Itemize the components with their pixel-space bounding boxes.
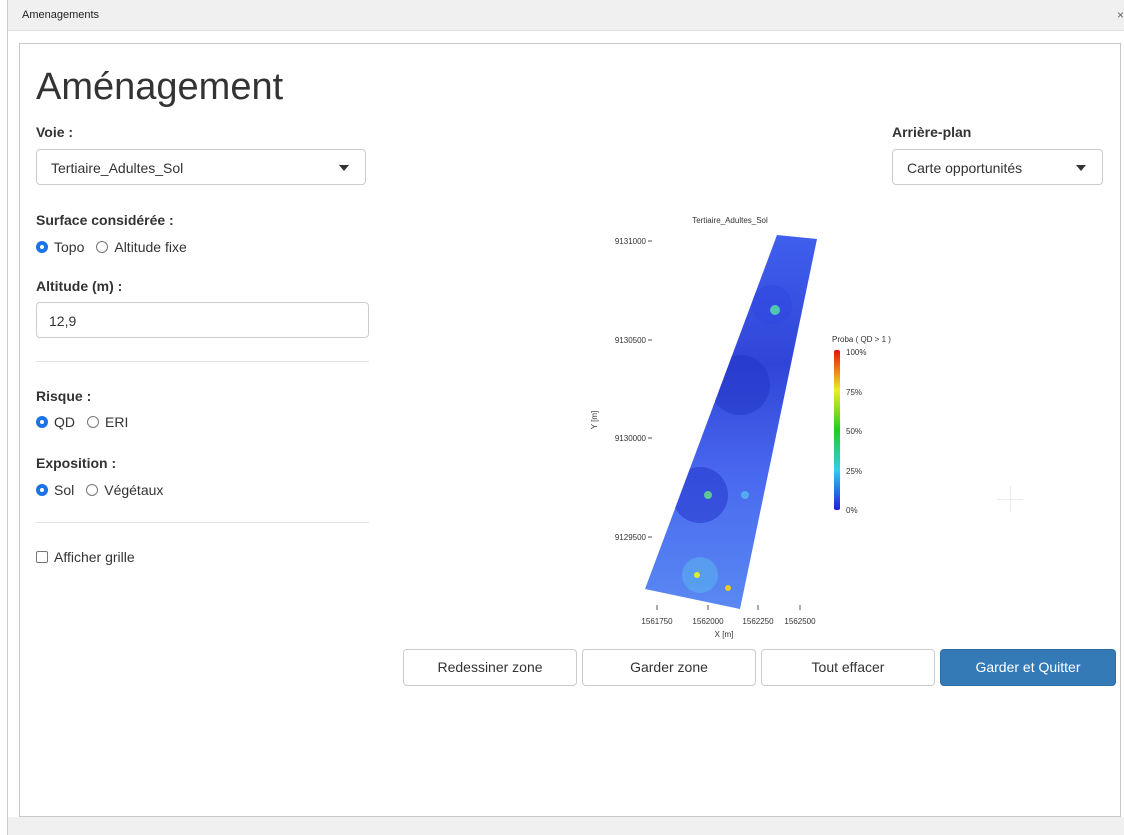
grid-checkbox[interactable] (36, 551, 48, 563)
window-bottom-strip (8, 817, 1124, 835)
crosshair-cursor (1010, 486, 1011, 512)
risque-qd-radio[interactable] (36, 416, 48, 428)
exposition-vegetaux-label: Végétaux (104, 482, 164, 498)
risque-radio-group: QD ERI (36, 414, 128, 430)
y-tick-label: 9129500 (615, 533, 647, 542)
risque-eri-radio[interactable] (87, 416, 99, 428)
background-select[interactable]: Carte opportunités (892, 149, 1103, 185)
legend-tick: 0% (846, 506, 858, 515)
divider (36, 522, 369, 523)
exposition-sol-radio[interactable] (36, 484, 48, 496)
surface-radio-group: Topo Altitude fixe (36, 239, 187, 255)
chevron-down-icon (339, 165, 349, 171)
y-tick-label: 9130000 (615, 434, 647, 443)
surface-topo-label: Topo (54, 239, 85, 255)
altitude-input[interactable]: 12,9 (36, 302, 369, 338)
x-axis-label: X [m] (715, 630, 734, 639)
x-tick-label: 1561750 (641, 617, 673, 626)
close-icon[interactable]: × (1117, 8, 1124, 22)
map-plot[interactable]: Tertiaire_Adultes_Sol 9131000 9130500 91… (560, 205, 940, 645)
x-axis: 1561750 1562000 1562250 1562500 X [m] (641, 605, 816, 639)
legend-color-scale (834, 350, 840, 510)
x-tick-label: 1562250 (742, 617, 774, 626)
legend-tick: 100% (846, 348, 866, 357)
window-titlebar: Amenagements × (8, 0, 1124, 31)
y-tick-label: 9131000 (615, 237, 647, 246)
map-zone (645, 235, 817, 609)
clear-all-button[interactable]: Tout effacer (761, 649, 935, 686)
surface-topo-radio[interactable] (36, 241, 48, 253)
divider (36, 361, 369, 362)
surface-label: Surface considérée : (36, 212, 174, 228)
risque-label: Risque : (36, 388, 92, 404)
window-left-border (7, 0, 8, 835)
exposition-sol-label: Sol (54, 482, 75, 498)
risque-eri-label: ERI (105, 414, 129, 430)
legend-tick: 75% (846, 388, 862, 397)
exposition-radio-group: Sol Végétaux (36, 482, 163, 498)
redraw-zone-button[interactable]: Redessiner zone (403, 649, 577, 686)
page-title: Aménagement (36, 66, 284, 108)
risque-qd-label: QD (54, 414, 75, 430)
voie-label: Voie : (36, 124, 74, 140)
legend-title: Proba ( QD > 1 ) (832, 335, 891, 344)
legend-tick: 50% (846, 427, 862, 436)
exposition-label: Exposition : (36, 455, 117, 471)
y-axis: 9131000 9130500 9130000 9129500 Y [m] (590, 237, 652, 542)
surface-altitude-fixe-label: Altitude fixe (114, 239, 187, 255)
background-label: Arrière-plan (892, 124, 972, 140)
background-select-value: Carte opportunités (907, 160, 1023, 176)
altitude-label: Altitude (m) : (36, 278, 123, 294)
voie-select-value: Tertiaire_Adultes_Sol (51, 160, 184, 176)
altitude-input-value: 12,9 (49, 313, 77, 329)
save-and-quit-button[interactable]: Garder et Quitter (940, 649, 1116, 686)
grid-toggle-label: Afficher grille (54, 549, 135, 565)
y-axis-label: Y [m] (590, 411, 599, 430)
legend-tick: 25% (846, 467, 862, 476)
map-title: Tertiaire_Adultes_Sol (692, 216, 768, 225)
exposition-vegetaux-radio[interactable] (86, 484, 99, 496)
chevron-down-icon (1076, 165, 1086, 171)
x-tick-label: 1562500 (784, 617, 816, 626)
surface-altitude-fixe-radio[interactable] (96, 241, 109, 253)
color-legend: Proba ( QD > 1 ) 100% 75% 50% 25% 0% (832, 335, 891, 515)
keep-zone-button[interactable]: Garder zone (582, 649, 756, 686)
grid-toggle[interactable]: Afficher grille (36, 549, 135, 565)
x-tick-label: 1562000 (692, 617, 724, 626)
window-title: Amenagements (22, 9, 100, 21)
voie-select[interactable]: Tertiaire_Adultes_Sol (36, 149, 366, 185)
y-tick-label: 9130500 (615, 336, 647, 345)
